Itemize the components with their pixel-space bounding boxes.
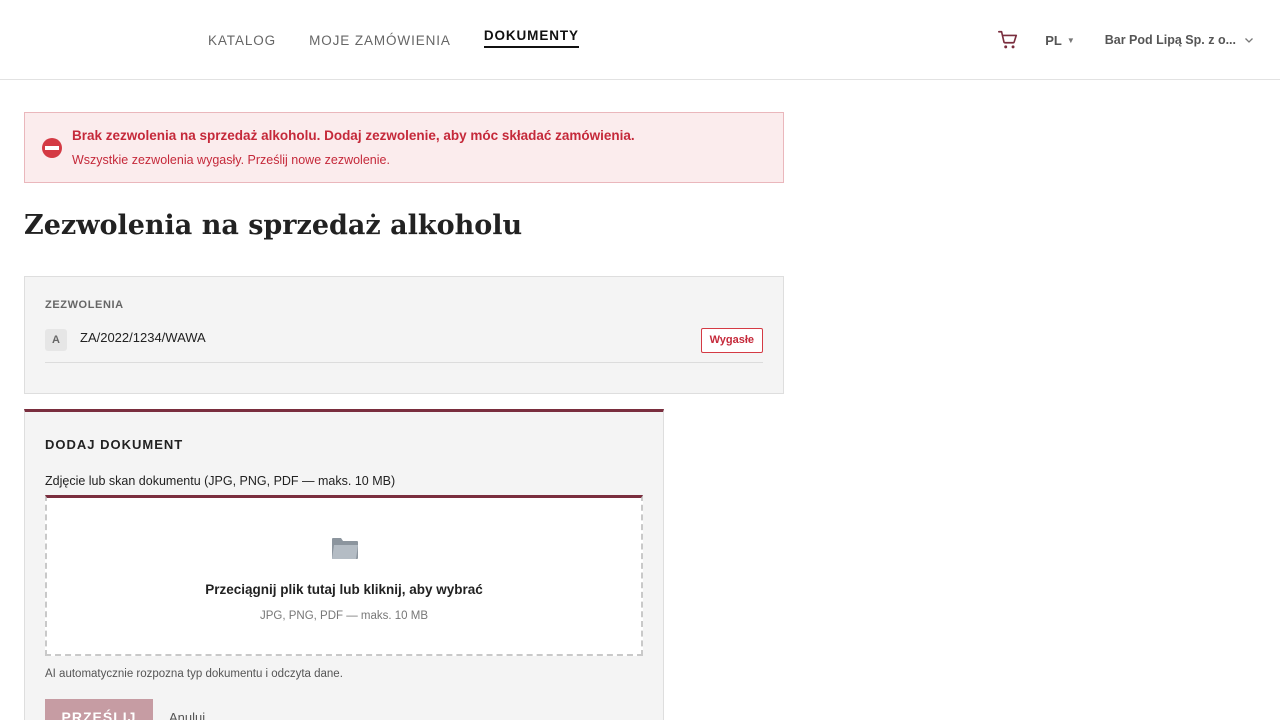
no-entry-icon bbox=[42, 138, 62, 158]
nav-item-katalog[interactable]: KATALOG bbox=[208, 33, 276, 48]
language-label: PL bbox=[1045, 32, 1062, 48]
permit-number: ZA/2022/1234/WAWA bbox=[80, 330, 206, 345]
permit-row[interactable]: A ZA/2022/1234/WAWA Wygasłe bbox=[45, 325, 763, 363]
page-title: Zezwolenia na sprzedaż alkoholu bbox=[24, 210, 523, 241]
account-menu[interactable]: Bar Pod Lipą Sp. z o... bbox=[1105, 33, 1254, 47]
alert-title: Brak zezwolenia na sprzedaż alkoholu. Do… bbox=[72, 128, 635, 143]
dropzone-formats: JPG, PNG, PDF — maks. 10 MB bbox=[259, 610, 429, 622]
cancel-link[interactable]: Anuluj bbox=[169, 710, 205, 720]
cart-icon[interactable] bbox=[997, 29, 1019, 51]
permits-label: ZEZWOLENIA bbox=[45, 299, 124, 311]
alert-message: Wszystkie zezwolenia wygasły. Prześlij n… bbox=[72, 153, 390, 167]
error-alert: Brak zezwolenia na sprzedaż alkoholu. Do… bbox=[24, 112, 784, 183]
nav-item-moje-zamowienia[interactable]: MOJE ZAMÓWIENIA bbox=[309, 33, 451, 48]
top-header: KATALOG MOJE ZAMÓWIENIA DOKUMENTY PL ▼ B… bbox=[0, 0, 1280, 80]
add-document-panel: DODAJ DOKUMENT Zdjęcie lub skan dokument… bbox=[24, 409, 664, 720]
main-nav: KATALOG MOJE ZAMÓWIENIA DOKUMENTY bbox=[208, 0, 612, 80]
file-dropzone[interactable]: Przeciągnij plik tutaj lub kliknij, aby … bbox=[45, 495, 643, 656]
language-selector[interactable]: PL ▼ bbox=[1045, 33, 1075, 48]
add-document-title: DODAJ DOKUMENT bbox=[45, 437, 184, 452]
file-field-label: Zdjęcie lub skan dokumentu (JPG, PNG, PD… bbox=[45, 474, 396, 488]
permits-panel: ZEZWOLENIA A ZA/2022/1234/WAWA Wygasłe bbox=[24, 276, 784, 394]
permit-letter: A bbox=[45, 329, 67, 351]
account-name: Bar Pod Lipą Sp. z o... bbox=[1104, 33, 1236, 47]
chevron-down-icon bbox=[1245, 38, 1253, 43]
dropzone-instructions: Przeciągnij plik tutaj lub kliknij, aby … bbox=[205, 582, 483, 597]
nav-item-dokumenty[interactable]: DOKUMENTY bbox=[483, 28, 579, 48]
status-badge: Wygasłe bbox=[700, 328, 763, 353]
folder-icon bbox=[332, 538, 358, 559]
header-actions: PL ▼ Bar Pod Lipą Sp. z o... bbox=[997, 0, 1254, 80]
ai-note: AI automatycznie rozpozna typ dokumentu … bbox=[45, 668, 343, 680]
submit-button[interactable]: PRZEŚLIJ bbox=[45, 699, 153, 720]
caret-down-icon: ▼ bbox=[1066, 35, 1075, 45]
